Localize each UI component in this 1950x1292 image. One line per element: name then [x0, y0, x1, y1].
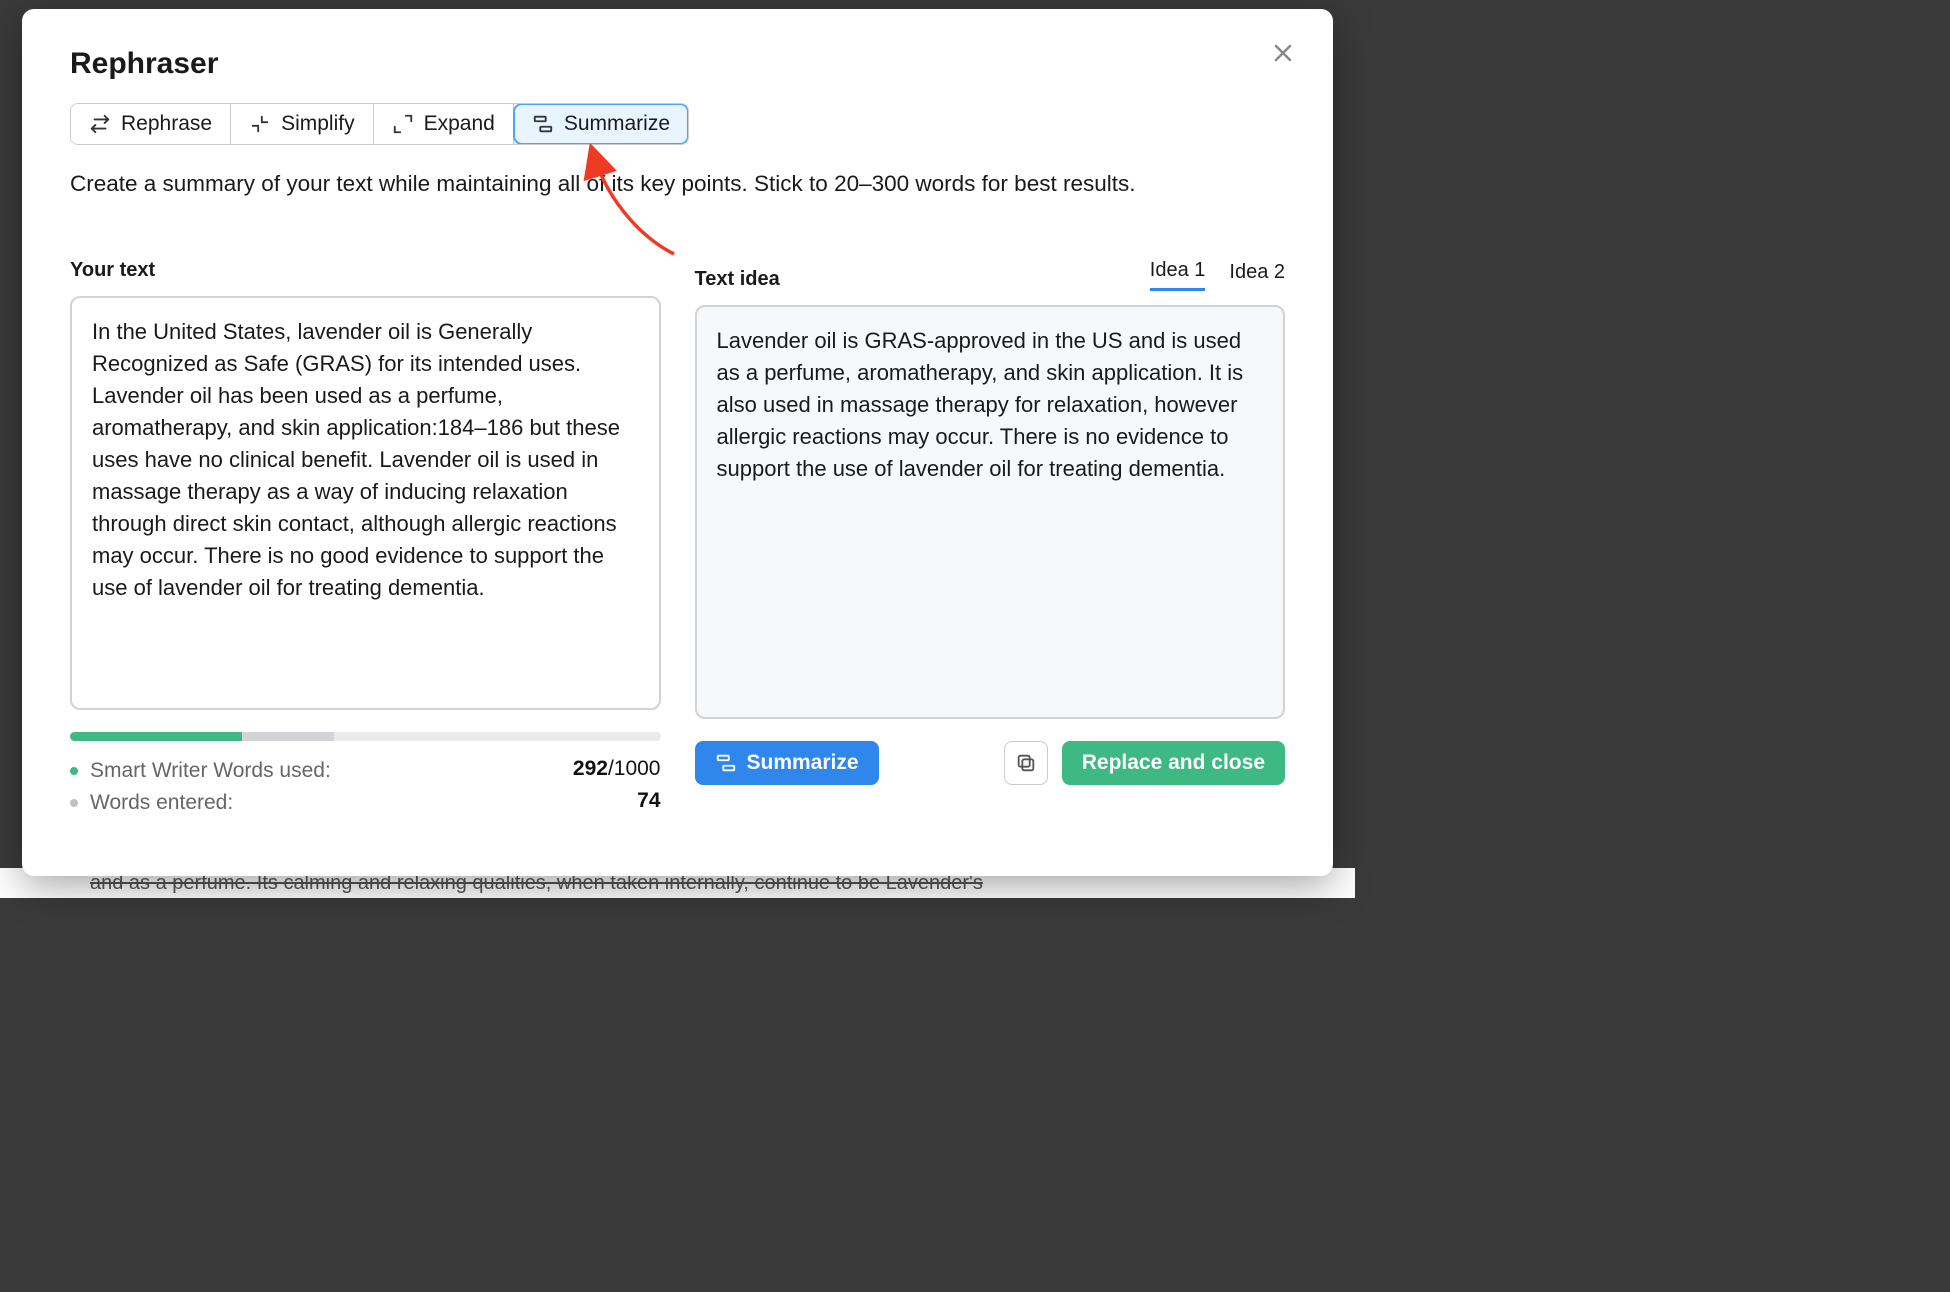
usage-progress-gray: [242, 732, 334, 741]
close-button[interactable]: [1263, 33, 1303, 73]
rephraser-modal: Rephraser Rephrase Simplify: [22, 9, 1333, 876]
summarize-button-label: Summarize: [747, 751, 859, 775]
tab-rephrase-label: Rephrase: [121, 112, 212, 136]
summarize-icon: [715, 752, 737, 774]
usage-progress-green: [70, 732, 242, 741]
tab-rephrase[interactable]: Rephrase: [71, 104, 231, 144]
stat-words-entered-value: 74: [637, 789, 660, 813]
replace-close-label: Replace and close: [1082, 751, 1265, 775]
modal-title: Rephraser: [70, 47, 1285, 81]
summarize-button[interactable]: Summarize: [695, 741, 879, 785]
expand-icon: [392, 113, 414, 135]
right-column: Text idea Idea 1 Idea 2 Lavender oil is …: [695, 259, 1286, 821]
tab-summarize[interactable]: Summarize: [514, 104, 688, 144]
tab-simplify[interactable]: Simplify: [231, 104, 374, 144]
close-icon: [1271, 41, 1295, 65]
tab-expand[interactable]: Expand: [374, 104, 514, 144]
stat-words-entered: Words entered: 74: [70, 789, 661, 815]
text-idea-heading: Text idea: [695, 268, 780, 291]
replace-close-button[interactable]: Replace and close: [1062, 741, 1285, 785]
dot-green-icon: [70, 767, 78, 775]
dot-gray-icon: [70, 799, 78, 807]
idea-tab-2[interactable]: Idea 2: [1229, 259, 1285, 291]
tab-summarize-label: Summarize: [564, 112, 670, 136]
left-column: Your text In the United States, lavender…: [70, 259, 661, 821]
rephrase-icon: [89, 113, 111, 135]
stat-words-used-label: Smart Writer Words used:: [90, 759, 331, 783]
copy-button[interactable]: [1004, 741, 1048, 785]
idea-tabs: Idea 1 Idea 2: [1150, 259, 1285, 291]
stat-words-entered-label: Words entered:: [90, 791, 233, 815]
result-text-area[interactable]: Lavender oil is GRAS-approved in the US …: [695, 305, 1286, 719]
tab-expand-label: Expand: [424, 112, 495, 136]
summarize-icon: [532, 113, 554, 135]
simplify-icon: [249, 113, 271, 135]
your-text-heading: Your text: [70, 259, 155, 282]
stat-words-used: Smart Writer Words used: 292/1000: [70, 757, 661, 783]
tab-simplify-label: Simplify: [281, 112, 355, 136]
stat-words-used-value: 292/1000: [573, 757, 661, 781]
annotation-arrow: [554, 144, 694, 264]
idea-tab-1[interactable]: Idea 1: [1150, 259, 1206, 291]
copy-icon: [1015, 752, 1037, 774]
usage-progress: [70, 732, 661, 741]
source-text-area[interactable]: In the United States, lavender oil is Ge…: [70, 296, 661, 710]
mode-description: Create a summary of your text while main…: [70, 169, 1285, 199]
mode-tab-group: Rephrase Simplify Expand: [70, 103, 689, 145]
